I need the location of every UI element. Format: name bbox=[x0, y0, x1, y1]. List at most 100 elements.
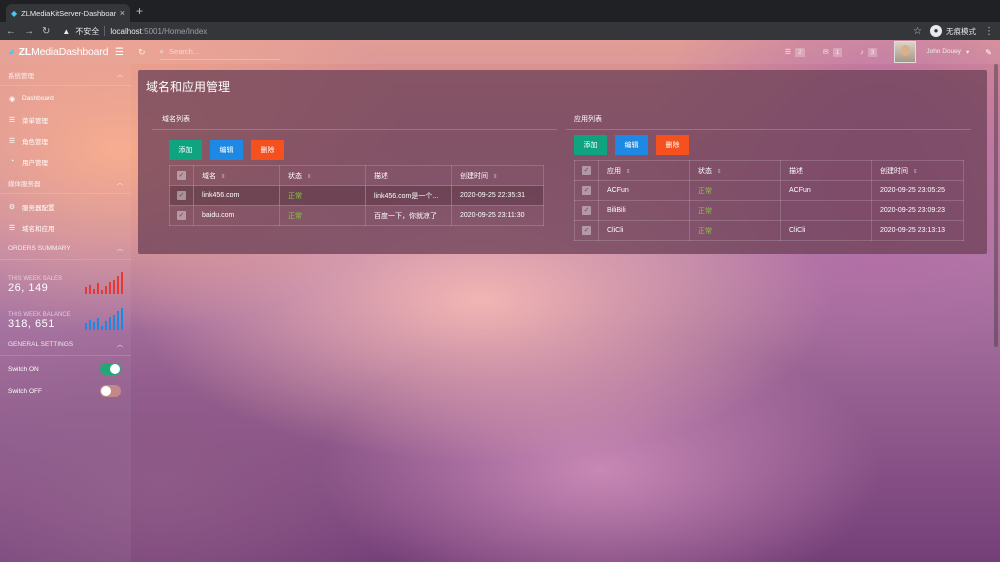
domain-edit-button[interactable]: 编辑 bbox=[210, 140, 243, 160]
sidebar-section-settings[interactable]: GENERAL SETTINGS ︿ bbox=[0, 334, 131, 356]
forward-icon[interactable]: → bbox=[24, 26, 34, 37]
column-header-domain[interactable]: 域名 ⇕ bbox=[193, 165, 280, 186]
hamburger-menu-icon[interactable]: ☰ bbox=[115, 47, 124, 58]
app-delete-button[interactable]: 删除 bbox=[656, 135, 689, 155]
refresh-icon[interactable]: ↻ bbox=[138, 47, 146, 58]
new-tab-button[interactable]: + bbox=[136, 4, 143, 18]
row-checkbox-cell[interactable]: ✓ bbox=[169, 205, 194, 226]
sparkline-bar bbox=[88, 320, 91, 330]
messages-button[interactable]: ☰ 2 bbox=[776, 47, 814, 57]
avatar[interactable] bbox=[894, 41, 917, 63]
sidebar-item-users[interactable]: ◔ 用户管理 bbox=[0, 151, 131, 172]
toggle-knob bbox=[101, 386, 111, 396]
url-divider bbox=[104, 26, 106, 36]
switch-on-toggle[interactable] bbox=[100, 363, 121, 375]
table-row[interactable]: ✓ BiliBili 正常 2020-09-25 23:09:23 bbox=[574, 200, 964, 221]
reload-icon[interactable]: ↻ bbox=[42, 26, 50, 37]
sparkline-bar bbox=[92, 322, 95, 330]
brand-logo[interactable]: ◕ ZLMediaDashboard ☰ bbox=[0, 46, 132, 58]
row-checkbox-cell[interactable]: ✓ bbox=[574, 220, 599, 241]
column-label: 创建时间 bbox=[880, 167, 908, 175]
row-checkbox[interactable]: ✓ bbox=[582, 186, 591, 195]
search-icon: ⌕ bbox=[159, 46, 165, 56]
desc-cell: ACFun bbox=[780, 180, 872, 201]
select-all-cell[interactable]: ✓ bbox=[574, 160, 599, 181]
user-icon: ◔ bbox=[9, 158, 15, 165]
sparkline-bar bbox=[96, 317, 99, 330]
sidebar-item-dashboard[interactable]: ◉ Dashboard bbox=[0, 88, 131, 109]
domain-add-button[interactable]: 添加 bbox=[169, 140, 202, 160]
column-header-status[interactable]: 状态 ⇕ bbox=[279, 165, 366, 186]
select-all-checkbox[interactable]: ✓ bbox=[582, 166, 591, 175]
table-row[interactable]: ✓ CliCli 正常 CliCli 2020-09-25 23:13:13 bbox=[574, 220, 964, 241]
row-checkbox-cell[interactable]: ✓ bbox=[574, 200, 599, 221]
row-checkbox[interactable]: ✓ bbox=[582, 206, 591, 215]
sidebar-item-roles[interactable]: ☰ 角色管理 bbox=[0, 130, 131, 151]
bookmark-star-icon[interactable]: ☆ bbox=[913, 26, 922, 37]
switch-off-label: Switch OFF bbox=[8, 387, 42, 395]
switch-off-toggle[interactable] bbox=[100, 385, 121, 397]
close-tab-icon[interactable]: × bbox=[120, 8, 125, 18]
search-input[interactable] bbox=[169, 47, 270, 56]
column-header-time[interactable]: 创建时间 ⇕ bbox=[871, 160, 964, 181]
balance-sparkline bbox=[84, 306, 123, 330]
row-checkbox[interactable]: ✓ bbox=[582, 226, 591, 235]
domain-delete-button[interactable]: 删除 bbox=[251, 140, 284, 160]
row-checkbox[interactable]: ✓ bbox=[177, 191, 186, 200]
sparkline-bar bbox=[112, 314, 115, 330]
notifications-count: 3 bbox=[867, 47, 878, 57]
select-all-checkbox[interactable]: ✓ bbox=[177, 171, 186, 180]
select-all-cell[interactable]: ✓ bbox=[169, 165, 194, 186]
sidebar-section-media[interactable]: 媒体服务器 ︿ bbox=[0, 172, 131, 194]
status-cell: 正常 bbox=[689, 180, 781, 201]
table-row[interactable]: ✓ link456.com 正常 link456.com是一个... 2020-… bbox=[169, 185, 544, 206]
row-checkbox-cell[interactable]: ✓ bbox=[574, 180, 599, 201]
time-cell: 2020-09-25 22:35:31 bbox=[451, 185, 544, 206]
switch-off-row: Switch OFF bbox=[0, 380, 131, 402]
chat-icon[interactable]: ✎ bbox=[977, 48, 1000, 57]
url-path: :5001/Home/Index bbox=[141, 26, 208, 36]
time-cell: 2020-09-25 23:05:25 bbox=[871, 180, 964, 201]
sparkline-bar bbox=[100, 289, 103, 294]
list-icon: ☰ bbox=[784, 49, 792, 56]
sidebar-item-menu[interactable]: ☰ 菜单管理 bbox=[0, 109, 131, 130]
user-menu[interactable]: John Douey ▾ bbox=[916, 48, 977, 56]
app-cell: ACFun bbox=[598, 180, 690, 201]
security-label: 不安全 bbox=[75, 26, 100, 36]
status-cell: 正常 bbox=[279, 205, 366, 226]
chevron-down-icon: ▾ bbox=[966, 49, 970, 56]
incognito-indicator[interactable]: ● 无痕模式 bbox=[930, 25, 976, 37]
sidebar-item-domains-apps[interactable]: ☰ 域名和应用 bbox=[0, 217, 131, 238]
back-icon[interactable]: ← bbox=[6, 26, 16, 37]
section-label: ORDERS SUMMARY bbox=[8, 245, 71, 252]
domain-section-title: 域名列表 bbox=[162, 116, 190, 123]
mail-button[interactable]: ✉ 1 bbox=[814, 47, 852, 57]
app-add-button[interactable]: 添加 bbox=[574, 135, 607, 155]
bell-icon: ♪ bbox=[860, 48, 864, 56]
logo-icon: ◕ bbox=[8, 46, 15, 58]
app-cell: CliCli bbox=[598, 220, 690, 241]
sidebar-section-orders[interactable]: ORDERS SUMMARY ︿ bbox=[0, 238, 131, 260]
row-checkbox[interactable]: ✓ bbox=[177, 211, 186, 220]
sparkline-bar bbox=[104, 286, 107, 294]
url-host: localhost bbox=[110, 26, 142, 36]
notifications-button[interactable]: ♪ 3 bbox=[851, 47, 886, 57]
browser-menu-icon[interactable]: ⋮ bbox=[984, 26, 994, 37]
chevron-up-icon: ︿ bbox=[116, 181, 123, 187]
sparkline-bar bbox=[100, 325, 103, 330]
list-icon: ☰ bbox=[8, 116, 16, 124]
week-balance-value: 318, 651 bbox=[8, 318, 55, 330]
column-header-time[interactable]: 创建时间 ⇕ bbox=[451, 165, 544, 186]
url-bar[interactable]: ▲ 不安全 localhost:5001/Home/Index bbox=[58, 24, 905, 38]
page-scrollbar[interactable] bbox=[994, 64, 998, 347]
column-header-app[interactable]: 应用 ⇕ bbox=[598, 160, 690, 181]
table-row[interactable]: ✓ ACFun 正常 ACFun 2020-09-25 23:05:25 bbox=[574, 180, 964, 201]
table-row[interactable]: ✓ baidu.com 正常 百度一下，你就凉了 2020-09-25 23:1… bbox=[169, 205, 544, 226]
row-checkbox-cell[interactable]: ✓ bbox=[169, 185, 194, 206]
app-edit-button[interactable]: 编辑 bbox=[615, 135, 648, 155]
sidebar-section-system[interactable]: 系统管理 ︿ bbox=[0, 64, 131, 86]
browser-tab[interactable]: ◆ ZLMediaKitServer-Dashboard × bbox=[6, 4, 130, 22]
sparkline-bar bbox=[108, 316, 111, 330]
column-header-status[interactable]: 状态 ⇕ bbox=[689, 160, 781, 181]
sidebar-item-server-config[interactable]: ⚙ 服务器配置 bbox=[0, 196, 131, 217]
